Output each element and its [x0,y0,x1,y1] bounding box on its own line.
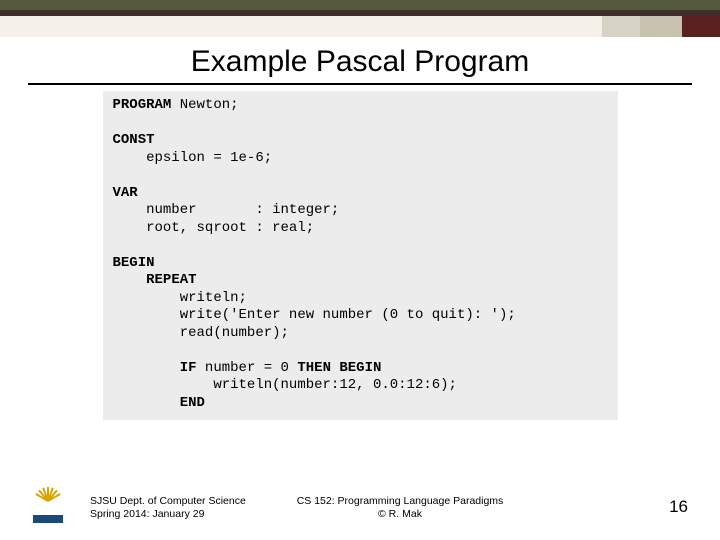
footer-course: CS 152: Programming Language Paradigms ©… [285,495,515,521]
footer-dept: SJSU Dept. of Computer Science Spring 20… [90,495,246,521]
page-number: 16 [669,497,688,517]
header-stripes [0,0,720,37]
code-block: PROGRAM Newton; CONST epsilon = 1e-6; VA… [103,91,618,420]
stripe-olive [0,0,720,10]
stripe-light [0,16,720,37]
code-content: PROGRAM Newton; CONST epsilon = 1e-6; VA… [113,97,608,412]
slide-title: Example Pascal Program [0,45,720,79]
sjsu-logo [33,493,63,523]
footer: SJSU Dept. of Computer Science Spring 20… [0,483,720,523]
stripe-accent-blocks [602,16,720,37]
title-underline [28,83,692,85]
